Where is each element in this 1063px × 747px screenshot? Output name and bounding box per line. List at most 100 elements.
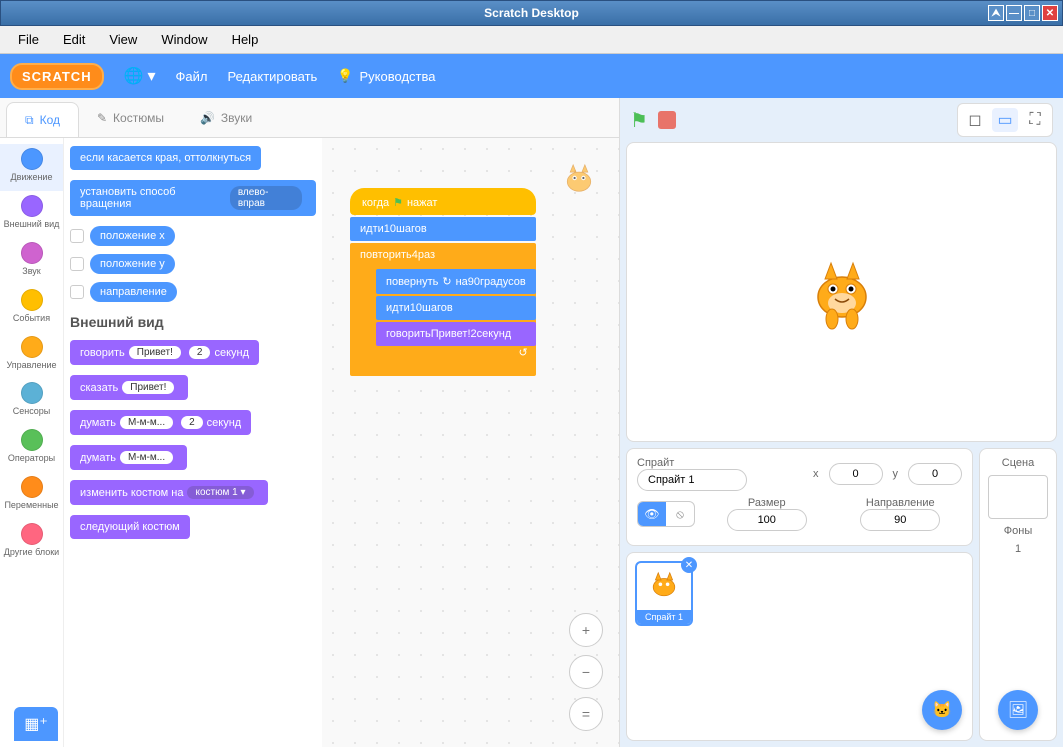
- block-think[interactable]: думать М-м-м...: [70, 445, 187, 470]
- category-label: Переменные: [0, 501, 63, 511]
- category-dot: [21, 242, 43, 264]
- stage-large-button[interactable]: ▭: [992, 108, 1018, 132]
- tab-sounds-label: Звуки: [221, 111, 252, 125]
- maximize-button[interactable]: □: [1024, 5, 1040, 21]
- script-workspace[interactable]: когда ⚑ нажат идти 10 шагов повторить 4 …: [322, 138, 619, 747]
- speaker-icon: 🔊: [200, 111, 215, 125]
- hide-sprite-button[interactable]: ⦸: [666, 502, 694, 526]
- minimize-button[interactable]: —: [1006, 5, 1022, 21]
- script-stack[interactable]: когда ⚑ нажат идти 10 шагов повторить 4 …: [350, 188, 536, 376]
- show-sprite-button[interactable]: 👁: [638, 502, 666, 526]
- block-move-steps[interactable]: идти 10 шагов: [350, 217, 536, 241]
- stage-small-button[interactable]: ◻: [962, 108, 988, 132]
- titlebar-scroll[interactable]: ⮝: [988, 5, 1004, 21]
- stage-sprite-cat[interactable]: [797, 247, 887, 337]
- block-next-costume[interactable]: следующий костюм: [70, 515, 190, 539]
- globe-icon: 🌐: [124, 66, 144, 86]
- tab-costumes[interactable]: ✎ Костюмы: [79, 98, 182, 137]
- block-turn-degrees[interactable]: повернуть ↻ на 90 градусов: [376, 269, 536, 294]
- stage[interactable]: [626, 142, 1057, 442]
- direction-label: Направление: [839, 497, 963, 509]
- stage-fullscreen-button[interactable]: ⛶: [1022, 108, 1048, 132]
- sprite-size-input[interactable]: [727, 509, 807, 531]
- category-dot: [21, 523, 43, 545]
- tutorials-label: Руководства: [360, 69, 436, 84]
- loop-arrow-icon: ↺: [518, 346, 527, 359]
- y-label: y: [893, 468, 899, 480]
- block-think-for-secs[interactable]: думать М-м-м... 2 секунд: [70, 410, 251, 435]
- category-dot: [21, 195, 43, 217]
- zoom-out-button[interactable]: −: [569, 655, 603, 689]
- sprite-x-input[interactable]: [829, 463, 883, 485]
- add-backdrop-button[interactable]: 🖼: [998, 690, 1038, 730]
- category-dot: [21, 382, 43, 404]
- category-Сенсоры[interactable]: Сенсоры: [0, 378, 63, 425]
- category-Звук[interactable]: Звук: [0, 238, 63, 285]
- lightbulb-icon: 💡: [337, 68, 353, 84]
- header-edit[interactable]: Редактировать: [228, 69, 318, 84]
- header-file[interactable]: Файл: [176, 69, 208, 84]
- zoom-reset-button[interactable]: =: [569, 697, 603, 731]
- close-button[interactable]: ✕: [1042, 5, 1058, 21]
- menu-edit[interactable]: Edit: [53, 28, 95, 51]
- block-if-on-edge[interactable]: если касается края, оттолкнуться: [70, 146, 261, 170]
- tab-sounds[interactable]: 🔊 Звуки: [182, 98, 270, 137]
- block-y-position[interactable]: положение y: [90, 254, 175, 274]
- checkbox-ypos[interactable]: [70, 257, 84, 271]
- block-say-for-secs-script[interactable]: говорить Привет! 2 секунд: [376, 322, 536, 346]
- category-Другие блоки[interactable]: Другие блоки: [0, 519, 63, 566]
- rotate-cw-icon: ↻: [442, 275, 451, 288]
- category-Управление[interactable]: Управление: [0, 332, 63, 379]
- category-Переменные[interactable]: Переменные: [0, 472, 63, 519]
- delete-sprite-button[interactable]: ✕: [681, 557, 697, 573]
- header-tutorials[interactable]: 💡 Руководства: [337, 68, 435, 84]
- backdrop-thumb[interactable]: [988, 475, 1048, 519]
- sprite-direction-input[interactable]: [860, 509, 940, 531]
- extension-icon: ▦⁺: [24, 714, 48, 734]
- menu-help[interactable]: Help: [222, 28, 269, 51]
- menu-view[interactable]: View: [99, 28, 147, 51]
- sprite-name-input[interactable]: [637, 469, 747, 491]
- cat-plus-icon: 🐱: [932, 700, 952, 720]
- block-repeat[interactable]: повторить 4 раз повернуть ↻ на 90 градус…: [350, 243, 536, 376]
- block-say[interactable]: сказать Привет!: [70, 375, 188, 400]
- block-set-rotation-style[interactable]: установить способ вращения влево-вправ: [70, 180, 316, 216]
- category-Внешний вид[interactable]: Внешний вид: [0, 191, 63, 238]
- add-sprite-button[interactable]: 🐱: [922, 690, 962, 730]
- checkbox-xpos[interactable]: [70, 229, 84, 243]
- category-label: Звук: [0, 267, 63, 277]
- green-flag-button[interactable]: ⚑: [630, 108, 648, 133]
- x-label: x: [813, 468, 819, 480]
- reporter-x-position: положение x: [70, 226, 316, 246]
- checkbox-direction[interactable]: [70, 285, 84, 299]
- menu-file[interactable]: File: [8, 28, 49, 51]
- add-extension-button[interactable]: ▦⁺: [14, 707, 58, 741]
- tab-code-label: Код: [40, 113, 60, 127]
- reporter-direction: направление: [70, 282, 316, 302]
- category-Операторы[interactable]: Операторы: [0, 425, 63, 472]
- block-switch-costume[interactable]: изменить костюм на костюм 1 ▾: [70, 480, 268, 505]
- category-События[interactable]: События: [0, 285, 63, 332]
- category-dot: [21, 429, 43, 451]
- block-palette[interactable]: если касается края, оттолкнуться установ…: [64, 138, 322, 747]
- reporter-y-position: положение y: [70, 254, 316, 274]
- code-icon: ⧉: [25, 113, 34, 128]
- menu-window[interactable]: Window: [151, 28, 217, 51]
- category-label: События: [0, 314, 63, 324]
- zoom-in-button[interactable]: +: [569, 613, 603, 647]
- block-when-flag-clicked[interactable]: когда ⚑ нажат: [350, 188, 536, 215]
- block-direction[interactable]: направление: [90, 282, 177, 302]
- scratch-logo: SCRATCH: [10, 63, 104, 90]
- block-x-position[interactable]: положение x: [90, 226, 175, 246]
- block-say-for-secs[interactable]: говорить Привет! 2 секунд: [70, 340, 259, 365]
- block-move-steps-inner[interactable]: идти 10 шагов: [376, 296, 536, 320]
- sprite-thumb[interactable]: ✕ Спрайт 1: [635, 561, 693, 626]
- category-Движение[interactable]: Движение: [0, 144, 63, 191]
- brush-icon: ✎: [97, 111, 107, 125]
- stop-button[interactable]: [658, 111, 676, 129]
- tab-code[interactable]: ⧉ Код: [6, 102, 79, 137]
- sprite-y-input[interactable]: [908, 463, 962, 485]
- language-selector[interactable]: 🌐 ▾: [124, 66, 156, 86]
- sprite-info-panel: Спрайт x y 👁 ⦸ Раз: [626, 448, 973, 546]
- chevron-down-icon: ▾: [148, 66, 156, 86]
